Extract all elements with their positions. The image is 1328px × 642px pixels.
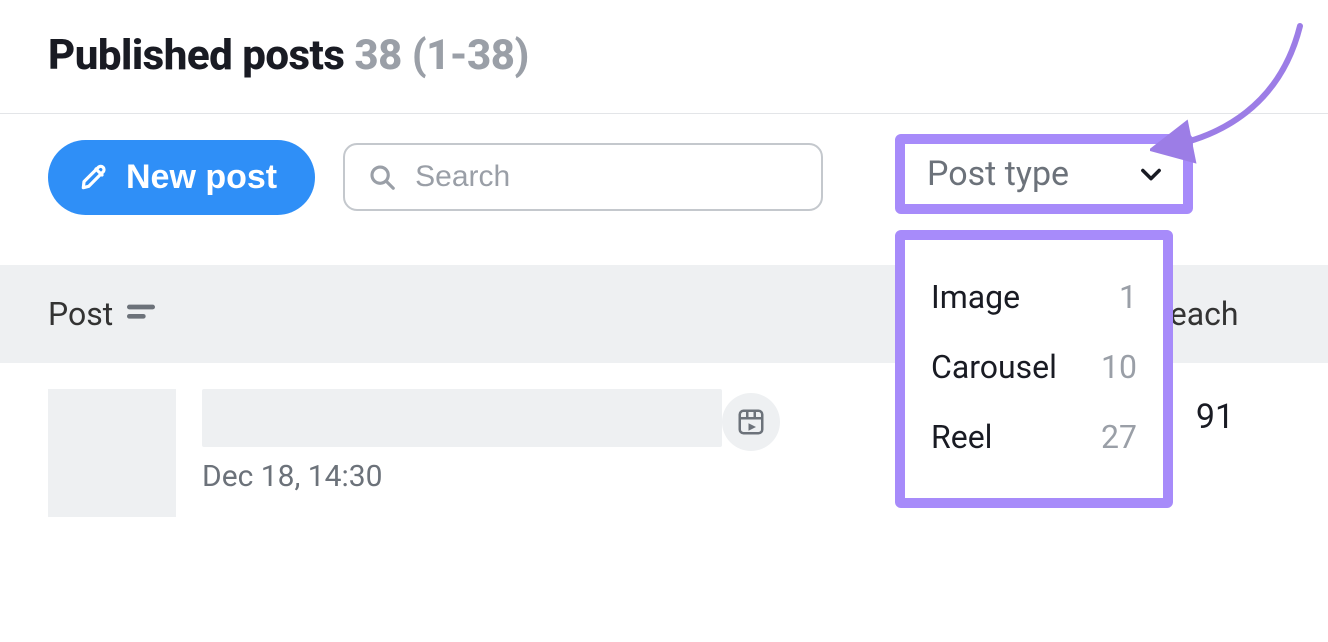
chevron-down-icon (1137, 160, 1165, 188)
post-timestamp: Dec 18, 14:30 (202, 459, 722, 494)
post-type-highlight: Post type (895, 134, 1193, 214)
new-post-label: New post (126, 158, 277, 197)
post-type-option-reel[interactable]: Reel 27 (927, 402, 1141, 472)
post-type-badge (722, 393, 780, 451)
new-post-button[interactable]: New post (48, 140, 315, 215)
sort-icon (127, 304, 155, 324)
page-title-count: 38 (1-38) (354, 31, 528, 80)
post-type-filter-label: Post type (927, 154, 1069, 194)
page-title-text: Published posts (48, 31, 344, 80)
page-title-row: Published posts 38 (1-38) (0, 0, 1328, 83)
reel-icon (736, 407, 766, 437)
post-type-option-image[interactable]: Image 1 (927, 262, 1141, 332)
post-title-placeholder (202, 389, 722, 447)
post-type-option-carousel[interactable]: Carousel 10 (927, 332, 1141, 402)
post-type-filter-button[interactable]: Post type (905, 144, 1183, 204)
column-post-label: Post (48, 295, 113, 333)
post-type-filter-area: Post type Image 1 Carousel 10 (895, 134, 1193, 508)
toolbar: New post Post type (0, 114, 1328, 215)
search-box[interactable] (343, 143, 823, 211)
post-body: Dec 18, 14:30 (176, 389, 722, 494)
search-icon (367, 162, 397, 192)
search-input[interactable] (413, 159, 799, 195)
post-type-dropdown: Image 1 Carousel 10 Reel 27 (895, 230, 1173, 508)
pencil-icon (78, 161, 110, 193)
post-thumbnail (48, 389, 176, 517)
